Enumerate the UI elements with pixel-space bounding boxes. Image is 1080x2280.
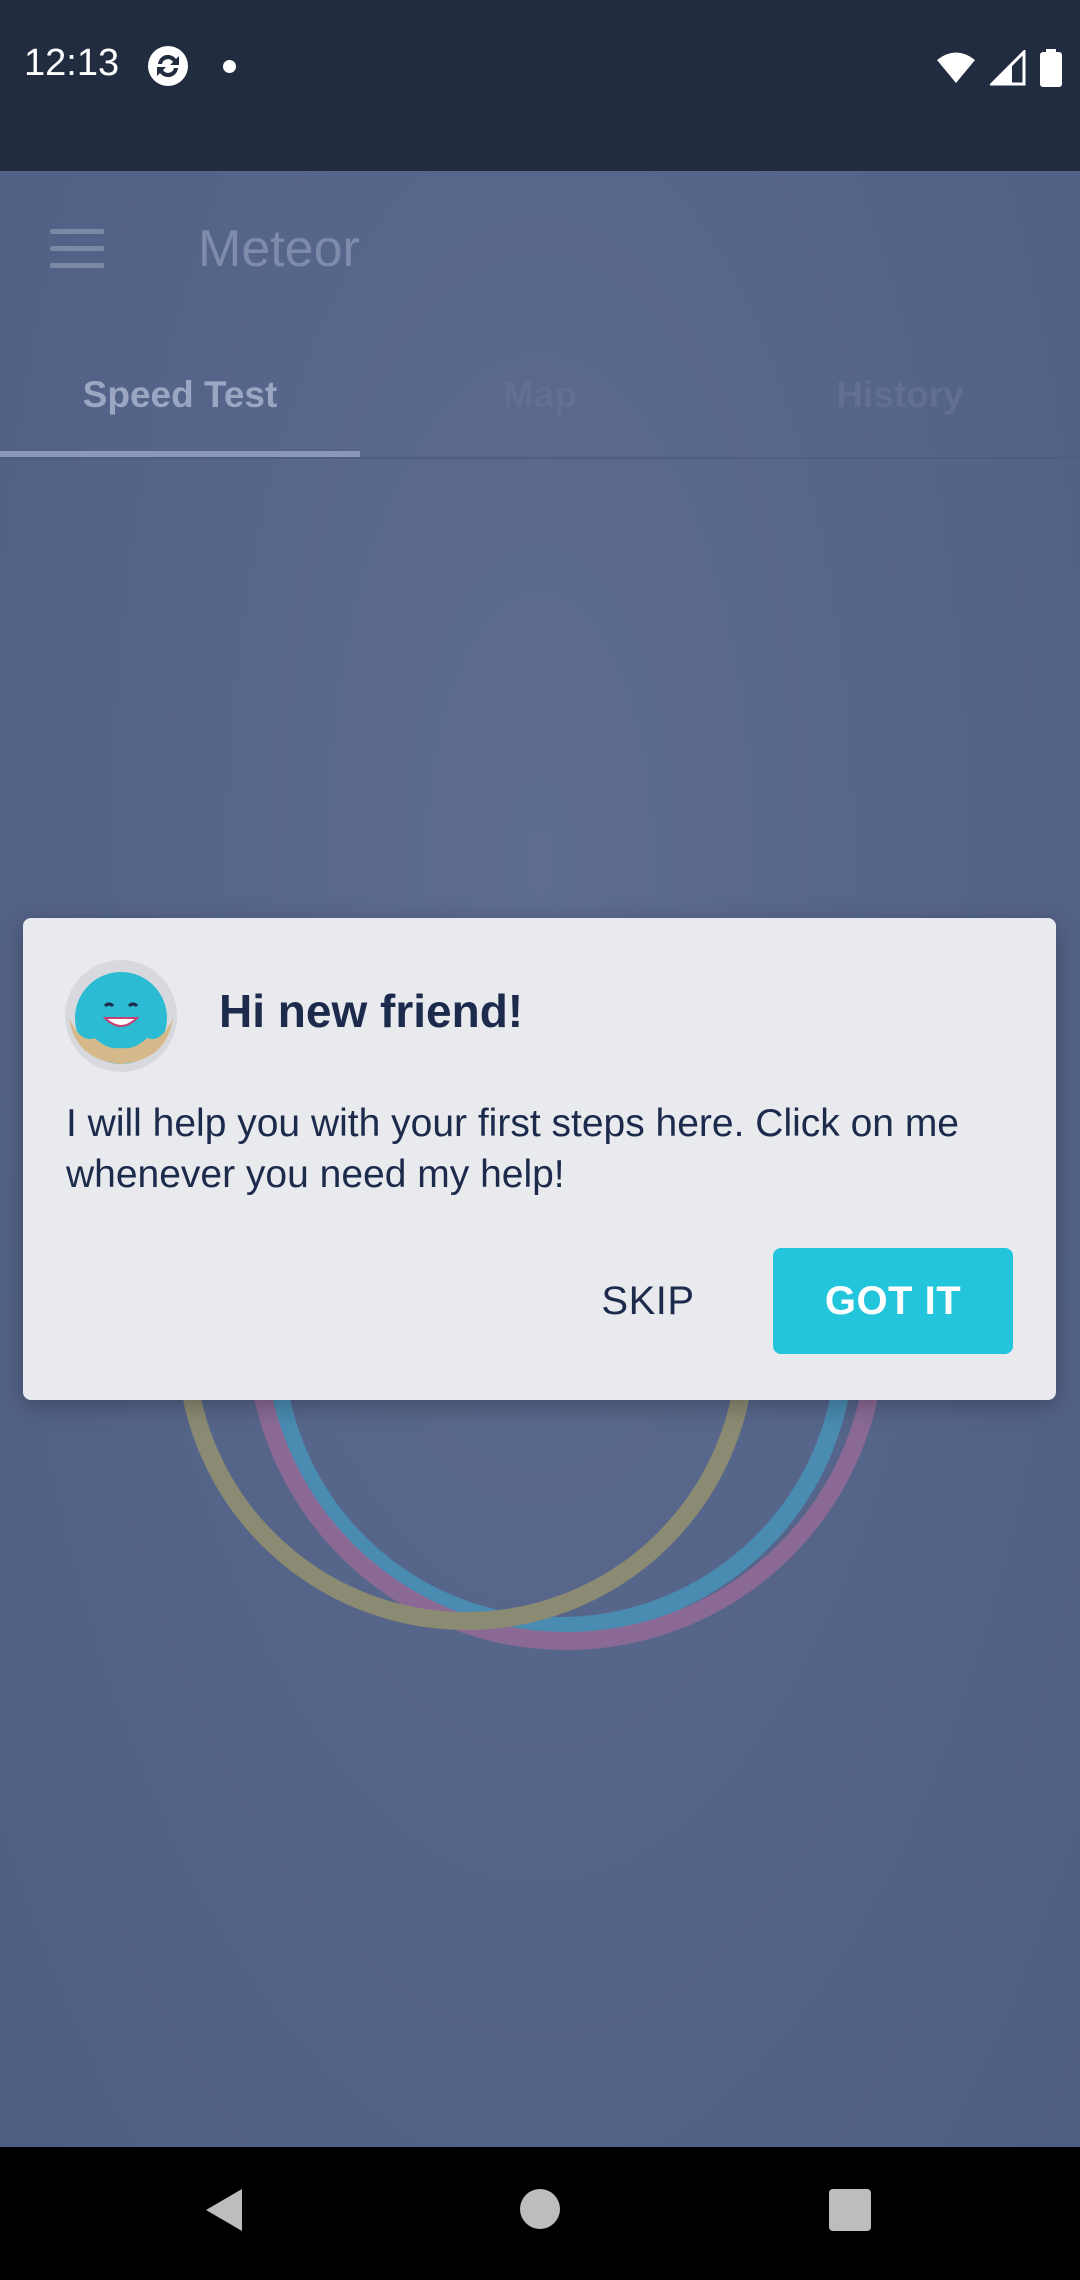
- app-title: Meteor: [198, 220, 360, 278]
- tab-indicator: [0, 451, 360, 457]
- mascot-icon: [69, 972, 173, 1064]
- recent-apps-icon[interactable]: [829, 2189, 871, 2231]
- battery-icon: [1040, 49, 1062, 87]
- mascot-avatar: [65, 960, 177, 1072]
- hamburger-menu-icon[interactable]: [50, 229, 104, 269]
- sync-icon: [148, 46, 188, 86]
- tab-history[interactable]: History: [720, 331, 1080, 459]
- welcome-dialog: Hi new friend! I will help you with your…: [23, 918, 1056, 1400]
- status-bar: 12:13: [0, 0, 1080, 171]
- tab-bar: Speed Test Map History: [0, 331, 1080, 459]
- tab-map[interactable]: Map: [360, 331, 720, 459]
- status-icons: [936, 48, 1062, 88]
- tab-speed-test[interactable]: Speed Test: [0, 331, 360, 459]
- skip-button[interactable]: SKIP: [563, 1248, 733, 1354]
- navigation-bar: [0, 2147, 1080, 2280]
- signal-icon: [990, 50, 1026, 86]
- dialog-message: I will help you with your first steps he…: [66, 1102, 960, 1196]
- wifi-icon: [937, 52, 975, 83]
- home-icon[interactable]: [520, 2189, 560, 2229]
- back-icon[interactable]: [204, 2187, 244, 2233]
- dialog-title: Hi new friend!: [219, 985, 524, 1037]
- toolbar: Meteor: [0, 171, 1080, 331]
- got-it-button[interactable]: GOT IT: [773, 1248, 1013, 1354]
- notification-dot-icon: [223, 60, 236, 73]
- status-time: 12:13: [24, 42, 120, 84]
